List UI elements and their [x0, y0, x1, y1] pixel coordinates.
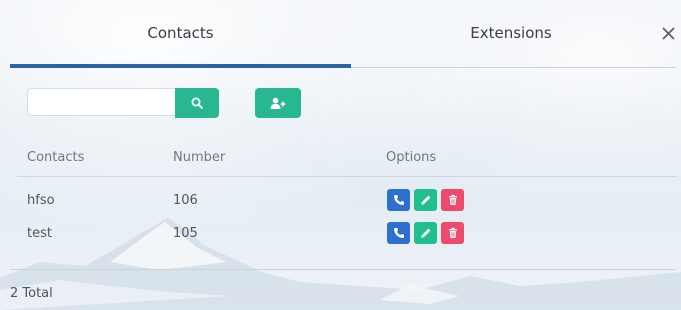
column-header-number: Number: [173, 150, 226, 165]
column-header-contacts: Contacts: [27, 150, 85, 165]
delete-button[interactable]: [441, 222, 464, 244]
add-contact-button[interactable]: [255, 88, 301, 118]
edit-button[interactable]: [414, 222, 437, 244]
table-body: hfso 106 test 105: [17, 177, 677, 251]
table-row: test 105: [17, 218, 677, 251]
search-icon: [191, 97, 203, 109]
delete-button[interactable]: [441, 189, 464, 211]
contact-number: 105: [173, 226, 198, 241]
footer-divider: [10, 269, 676, 270]
close-button[interactable]: [659, 24, 677, 42]
tab-bar: Contacts Extensions: [0, 0, 681, 68]
table-header: Contacts Number Options: [17, 140, 677, 177]
tab-contacts-label: Contacts: [147, 24, 214, 42]
tab-extensions[interactable]: Extensions: [351, 0, 671, 66]
search-button[interactable]: [175, 88, 219, 118]
contacts-dialog: Contacts Extensions Contacts Number Opti…: [0, 0, 681, 310]
row-options: [387, 222, 464, 244]
add-user-icon: [270, 97, 286, 109]
delete-icon: [448, 194, 457, 205]
contact-name: hfso: [27, 193, 55, 208]
total-count: 2 Total: [10, 286, 53, 301]
delete-icon: [448, 227, 457, 238]
tab-bar-divider: [351, 67, 676, 68]
edit-icon: [420, 228, 430, 238]
call-icon: [393, 195, 404, 205]
active-tab-indicator: [10, 64, 351, 68]
call-button[interactable]: [387, 222, 410, 244]
tab-contacts[interactable]: Contacts: [10, 0, 351, 66]
edit-icon: [420, 195, 430, 205]
edit-button[interactable]: [414, 189, 437, 211]
search-input[interactable]: [27, 88, 175, 116]
call-button[interactable]: [387, 189, 410, 211]
table-row: hfso 106: [17, 185, 677, 218]
contacts-table: Contacts Number Options hfso 106 test 10…: [17, 140, 677, 251]
column-header-options: Options: [386, 150, 437, 165]
contact-number: 106: [173, 193, 198, 208]
tab-extensions-label: Extensions: [470, 24, 552, 42]
call-icon: [393, 228, 404, 238]
close-icon: [662, 27, 674, 39]
contact-name: test: [27, 226, 52, 241]
row-options: [387, 189, 464, 211]
